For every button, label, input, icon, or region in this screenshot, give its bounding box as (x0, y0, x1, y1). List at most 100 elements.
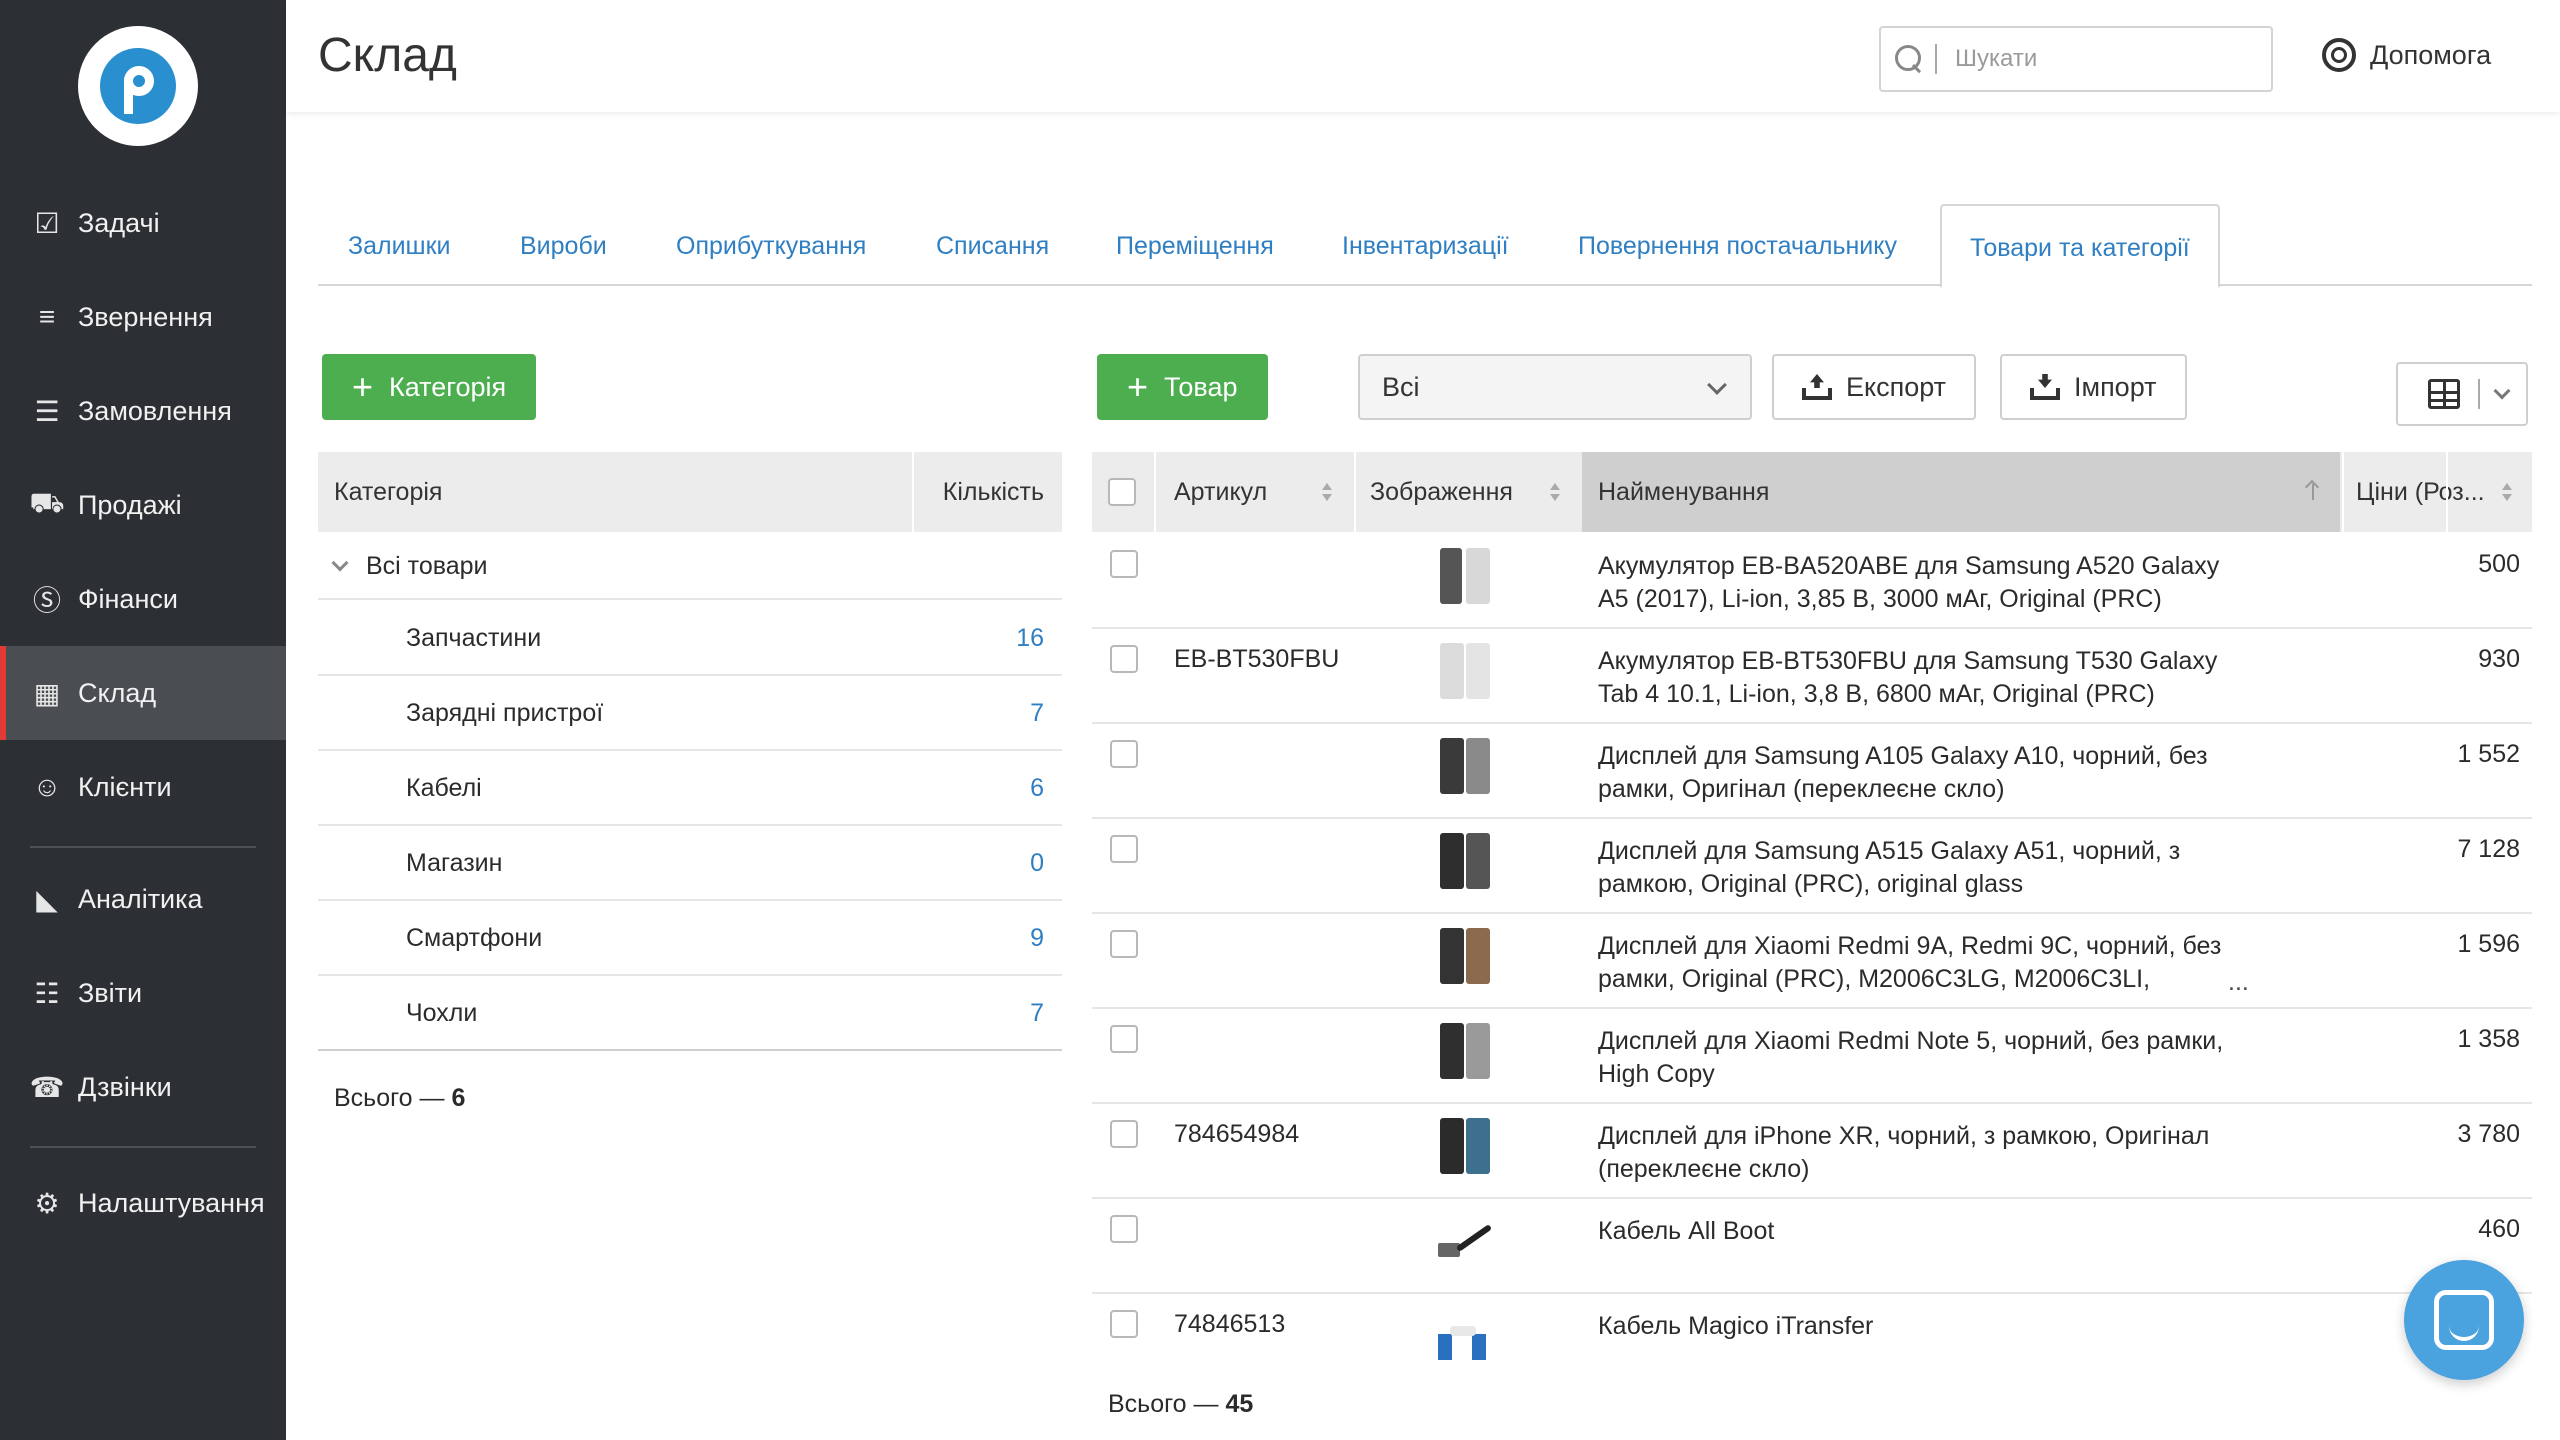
table-row[interactable]: Кабель All Boot 460 (1092, 1199, 2532, 1294)
search-input[interactable] (1955, 45, 2255, 73)
row-checkbox[interactable] (1110, 1025, 1138, 1053)
table-row[interactable]: Акумулятор EB-BA520ABE для Samsung A520 … (1092, 534, 2532, 629)
row-checkbox[interactable] (1110, 1215, 1138, 1243)
sidebar-item-clients[interactable]: ☺ Клієнти (0, 740, 286, 834)
row-checkbox[interactable] (1110, 550, 1138, 578)
table-row[interactable]: 784654984 Дисплей для iPhone XR, чорний,… (1092, 1104, 2532, 1199)
row-name[interactable]: Кабель All Boot (1598, 1215, 2248, 1248)
category-root-row[interactable]: Всі товари (318, 534, 1062, 600)
table-row[interactable]: Дисплей для Samsung A515 Galaxy A51, чор… (1092, 819, 2532, 914)
row-name[interactable]: Дисплей для iPhone XR, чорний, з рамкою,… (1598, 1120, 2248, 1186)
filter-icon: ≡ (38, 301, 56, 332)
row-checkbox[interactable] (1110, 740, 1138, 768)
chat-widget-button[interactable] (2404, 1260, 2524, 1380)
tab-write-offs[interactable]: Списання (936, 204, 1049, 286)
category-row[interactable]: Смартфони 9 (318, 901, 1062, 976)
row-name[interactable]: Дисплей для Xiaomi Redmi 9A, Redmi 9C, ч… (1598, 930, 2248, 996)
filter-select[interactable]: Всі (1358, 354, 1752, 420)
product-thumbnail[interactable] (1434, 829, 1498, 893)
row-checkbox[interactable] (1110, 1120, 1138, 1148)
select-all-checkbox[interactable] (1108, 478, 1136, 506)
download-icon (2030, 374, 2060, 400)
sidebar-item-analytics[interactable]: ◣ Аналітика (0, 852, 286, 946)
add-product-button[interactable]: + Товар (1097, 354, 1268, 420)
product-thumbnail[interactable] (1434, 924, 1498, 988)
import-button[interactable]: Імпорт (2000, 354, 2187, 420)
name-column-header[interactable]: Найменування (1582, 452, 2340, 532)
sku-column-header[interactable]: Артикул (1174, 452, 1267, 532)
sidebar-item-settings[interactable]: ⚙ Налаштування (0, 1156, 286, 1250)
row-name[interactable]: Дисплей для Xiaomi Redmi Note 5, чорний,… (1598, 1025, 2248, 1091)
sidebar-item-label: Фінанси (78, 583, 178, 614)
product-thumbnail[interactable] (1434, 1114, 1498, 1178)
product-thumbnail[interactable] (1434, 1019, 1498, 1083)
boxes-icon: ▦ (33, 677, 61, 709)
category-row[interactable]: Чохли 7 (318, 976, 1062, 1051)
category-count[interactable]: 7 (1030, 676, 1044, 751)
sidebar-item-warehouse[interactable]: ▦ Склад (0, 646, 286, 740)
tab-goods-and-categories[interactable]: Товари та категорії (1940, 204, 2220, 288)
tab-inventories[interactable]: Інвентаризації (1342, 204, 1509, 286)
table-row[interactable]: 74846513 Кабель Magico iTransfer 356 (1092, 1294, 2532, 1360)
tab-products-made[interactable]: Вироби (520, 204, 607, 286)
category-row[interactable]: Запчастини 16 (318, 601, 1062, 676)
tab-transfers[interactable]: Переміщення (1116, 204, 1274, 286)
sidebar-item-calls[interactable]: ☎ Дзвінки (0, 1040, 286, 1134)
category-count[interactable]: 7 (1030, 976, 1044, 1051)
category-count[interactable]: 0 (1030, 826, 1044, 901)
add-category-button[interactable]: + Категорія (322, 354, 537, 420)
table-row[interactable]: EB-BT530FBU Акумулятор EB-BT530FBU для S… (1092, 629, 2532, 724)
table-row[interactable]: Дисплей для Samsung A105 Galaxy A10, чор… (1092, 724, 2532, 819)
category-row[interactable]: Кабелі 6 (318, 751, 1062, 826)
row-name[interactable]: Кабель Magico iTransfer (1598, 1310, 2248, 1343)
sort-icon[interactable] (1550, 483, 1560, 501)
category-column-header[interactable]: Категорія (334, 452, 442, 532)
product-thumbnail[interactable] (1434, 1304, 1498, 1368)
sort-icon[interactable] (2502, 483, 2512, 501)
category-count[interactable]: 6 (1030, 751, 1044, 826)
product-thumbnail[interactable] (1434, 1209, 1498, 1273)
column-divider (1154, 452, 1156, 532)
sort-asc-icon[interactable] (2306, 480, 2320, 500)
tab-stock[interactable]: Залишки (348, 204, 451, 286)
table-row[interactable]: Дисплей для Xiaomi Redmi 9A, Redmi 9C, ч… (1092, 914, 2532, 1009)
sidebar-item-requests[interactable]: ≡ Звернення (0, 270, 286, 364)
category-row[interactable]: Зарядні пристрої 7 (318, 676, 1062, 751)
product-thumbnail[interactable] (1434, 639, 1498, 703)
search-box[interactable] (1879, 26, 2273, 92)
row-more-ellipsis[interactable]: ... (2228, 968, 2249, 997)
row-checkbox[interactable] (1110, 645, 1138, 673)
table-row[interactable]: Дисплей для Xiaomi Redmi Note 5, чорний,… (1092, 1009, 2532, 1104)
chevron-down-icon[interactable] (331, 554, 349, 572)
row-checkbox[interactable] (1110, 930, 1138, 958)
category-count[interactable]: 16 (1016, 601, 1044, 676)
category-row[interactable]: Магазин 0 (318, 826, 1062, 901)
row-name[interactable]: Акумулятор EB-BA520ABE для Samsung A520 … (1598, 550, 2248, 616)
help-link[interactable]: Допомога (2322, 38, 2491, 72)
count-column-header[interactable]: Кількість (943, 452, 1044, 532)
product-thumbnail[interactable] (1434, 734, 1498, 798)
area-chart-icon: ◣ (36, 883, 58, 915)
row-name[interactable]: Акумулятор EB-BT530FBU для Samsung T530 … (1598, 645, 2248, 711)
column-divider (2342, 452, 2344, 532)
price-column-header[interactable]: Ціни (Роз... (2356, 452, 2485, 532)
export-button[interactable]: Експорт (1772, 354, 1977, 420)
tab-receipts[interactable]: Оприбуткування (676, 204, 866, 286)
app-logo[interactable] (78, 26, 198, 146)
product-thumbnail[interactable] (1434, 544, 1498, 608)
image-column-header[interactable]: Зображення (1370, 452, 1513, 532)
row-checkbox[interactable] (1110, 835, 1138, 863)
row-name[interactable]: Дисплей для Samsung A515 Galaxy A51, чор… (1598, 835, 2248, 901)
sidebar-item-orders[interactable]: ☰ Замовлення (0, 364, 286, 458)
tab-supplier-returns[interactable]: Повернення постачальнику (1578, 204, 1897, 286)
plus-icon: + (352, 366, 374, 407)
sidebar-item-sales[interactable]: ⛟ Продажі (0, 458, 286, 552)
sidebar-item-tasks[interactable]: ☑ Задачі (0, 176, 286, 270)
category-count[interactable]: 9 (1030, 901, 1044, 976)
sidebar-item-finance[interactable]: Ⓢ Фінанси (0, 552, 286, 646)
row-name[interactable]: Дисплей для Samsung A105 Galaxy A10, чор… (1598, 740, 2248, 806)
column-view-toggle[interactable] (2396, 362, 2528, 426)
sidebar-item-reports[interactable]: ☷ Звіти (0, 946, 286, 1040)
sort-icon[interactable] (1322, 483, 1332, 501)
row-checkbox[interactable] (1110, 1310, 1138, 1338)
